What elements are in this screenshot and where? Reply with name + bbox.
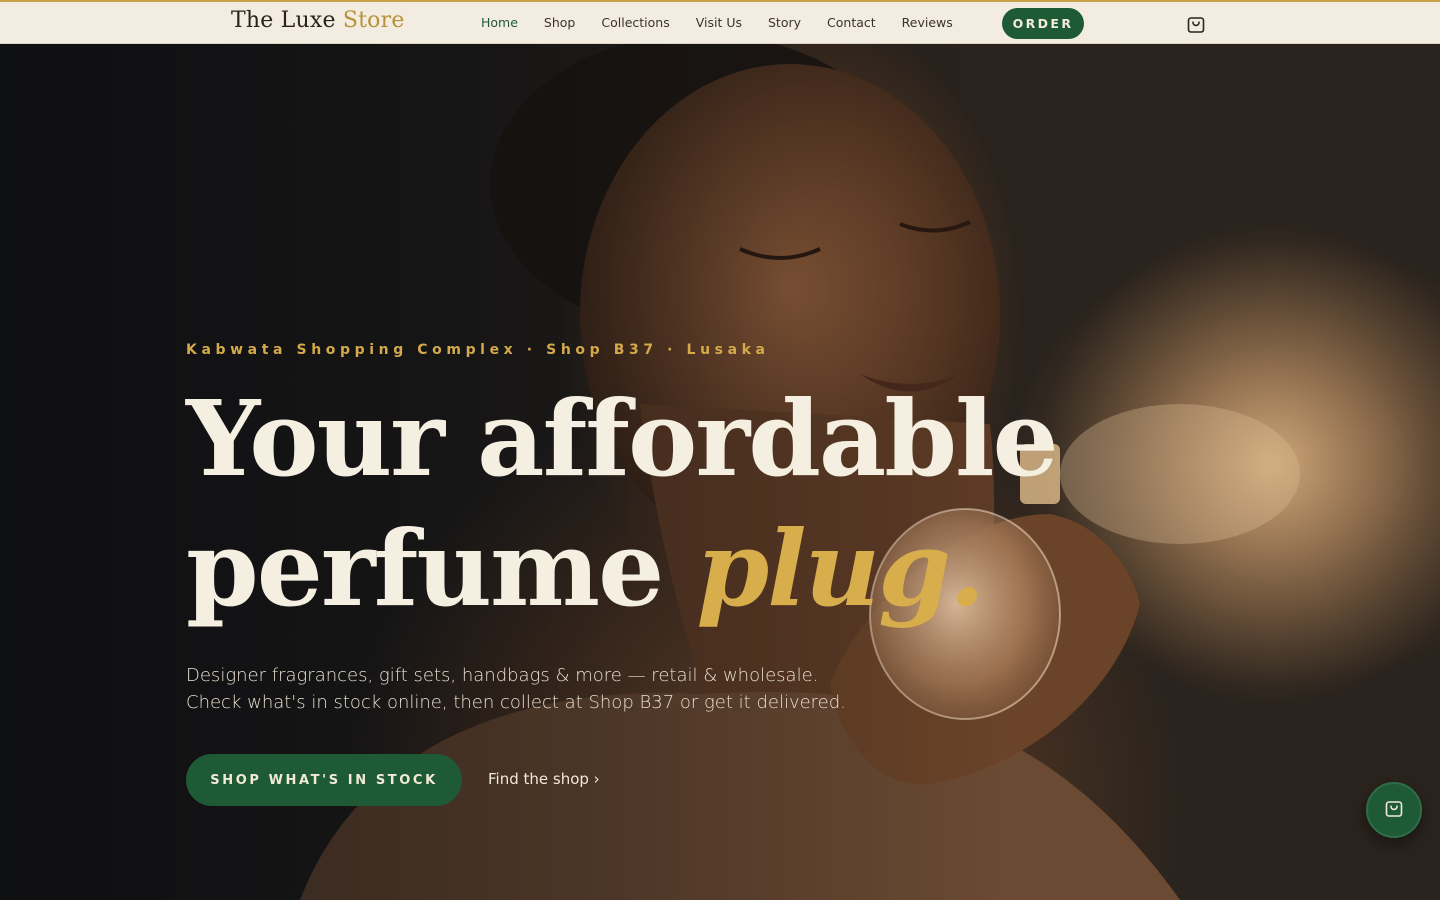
hero-description-line-1: Designer fragrances, gift sets, handbags… bbox=[186, 665, 819, 686]
brand-logo[interactable]: The Luxe Store bbox=[231, 8, 405, 33]
hero-description-line-2: Check what's in stock online, then colle… bbox=[186, 692, 846, 713]
brand-name-accent: Store bbox=[342, 8, 405, 33]
shopping-bag-icon[interactable] bbox=[1185, 13, 1207, 35]
headline-line-1: Your affordable bbox=[186, 377, 1059, 500]
nav-link-reviews[interactable]: Reviews bbox=[902, 15, 953, 30]
headline-line-2: perfume bbox=[186, 507, 697, 630]
top-navigation-bar: The Luxe Store Home Shop Collections Vis… bbox=[0, 0, 1440, 44]
nav-link-story[interactable]: Story bbox=[768, 15, 801, 30]
order-button[interactable]: ORDER bbox=[1002, 8, 1084, 39]
nav-link-collections[interactable]: Collections bbox=[601, 15, 669, 30]
shopping-bag-icon bbox=[1383, 797, 1405, 823]
store-location-eyebrow: Kabwata Shopping Complex · Shop B37 · Lu… bbox=[186, 342, 770, 358]
nav-link-contact[interactable]: Contact bbox=[827, 15, 876, 30]
find-the-shop-link[interactable]: Find the shop › bbox=[488, 770, 600, 788]
main-nav: Home Shop Collections Visit Us Story Con… bbox=[481, 15, 979, 30]
shop-in-stock-button[interactable]: SHOP WHAT'S IN STOCK bbox=[186, 754, 462, 806]
nav-link-visit-us[interactable]: Visit Us bbox=[696, 15, 742, 30]
hero-section: Kabwata Shopping Complex · Shop B37 · Lu… bbox=[0, 44, 1440, 900]
nav-link-home[interactable]: Home bbox=[481, 15, 518, 30]
headline-accent: plug. bbox=[696, 507, 985, 630]
nav-link-shop[interactable]: Shop bbox=[544, 15, 575, 30]
floating-cart-button[interactable] bbox=[1366, 782, 1422, 838]
hero-description: Designer fragrances, gift sets, handbags… bbox=[186, 662, 886, 716]
brand-name: The Luxe bbox=[231, 8, 336, 33]
hero-headline: Your affordable perfume plug. bbox=[186, 374, 1059, 634]
